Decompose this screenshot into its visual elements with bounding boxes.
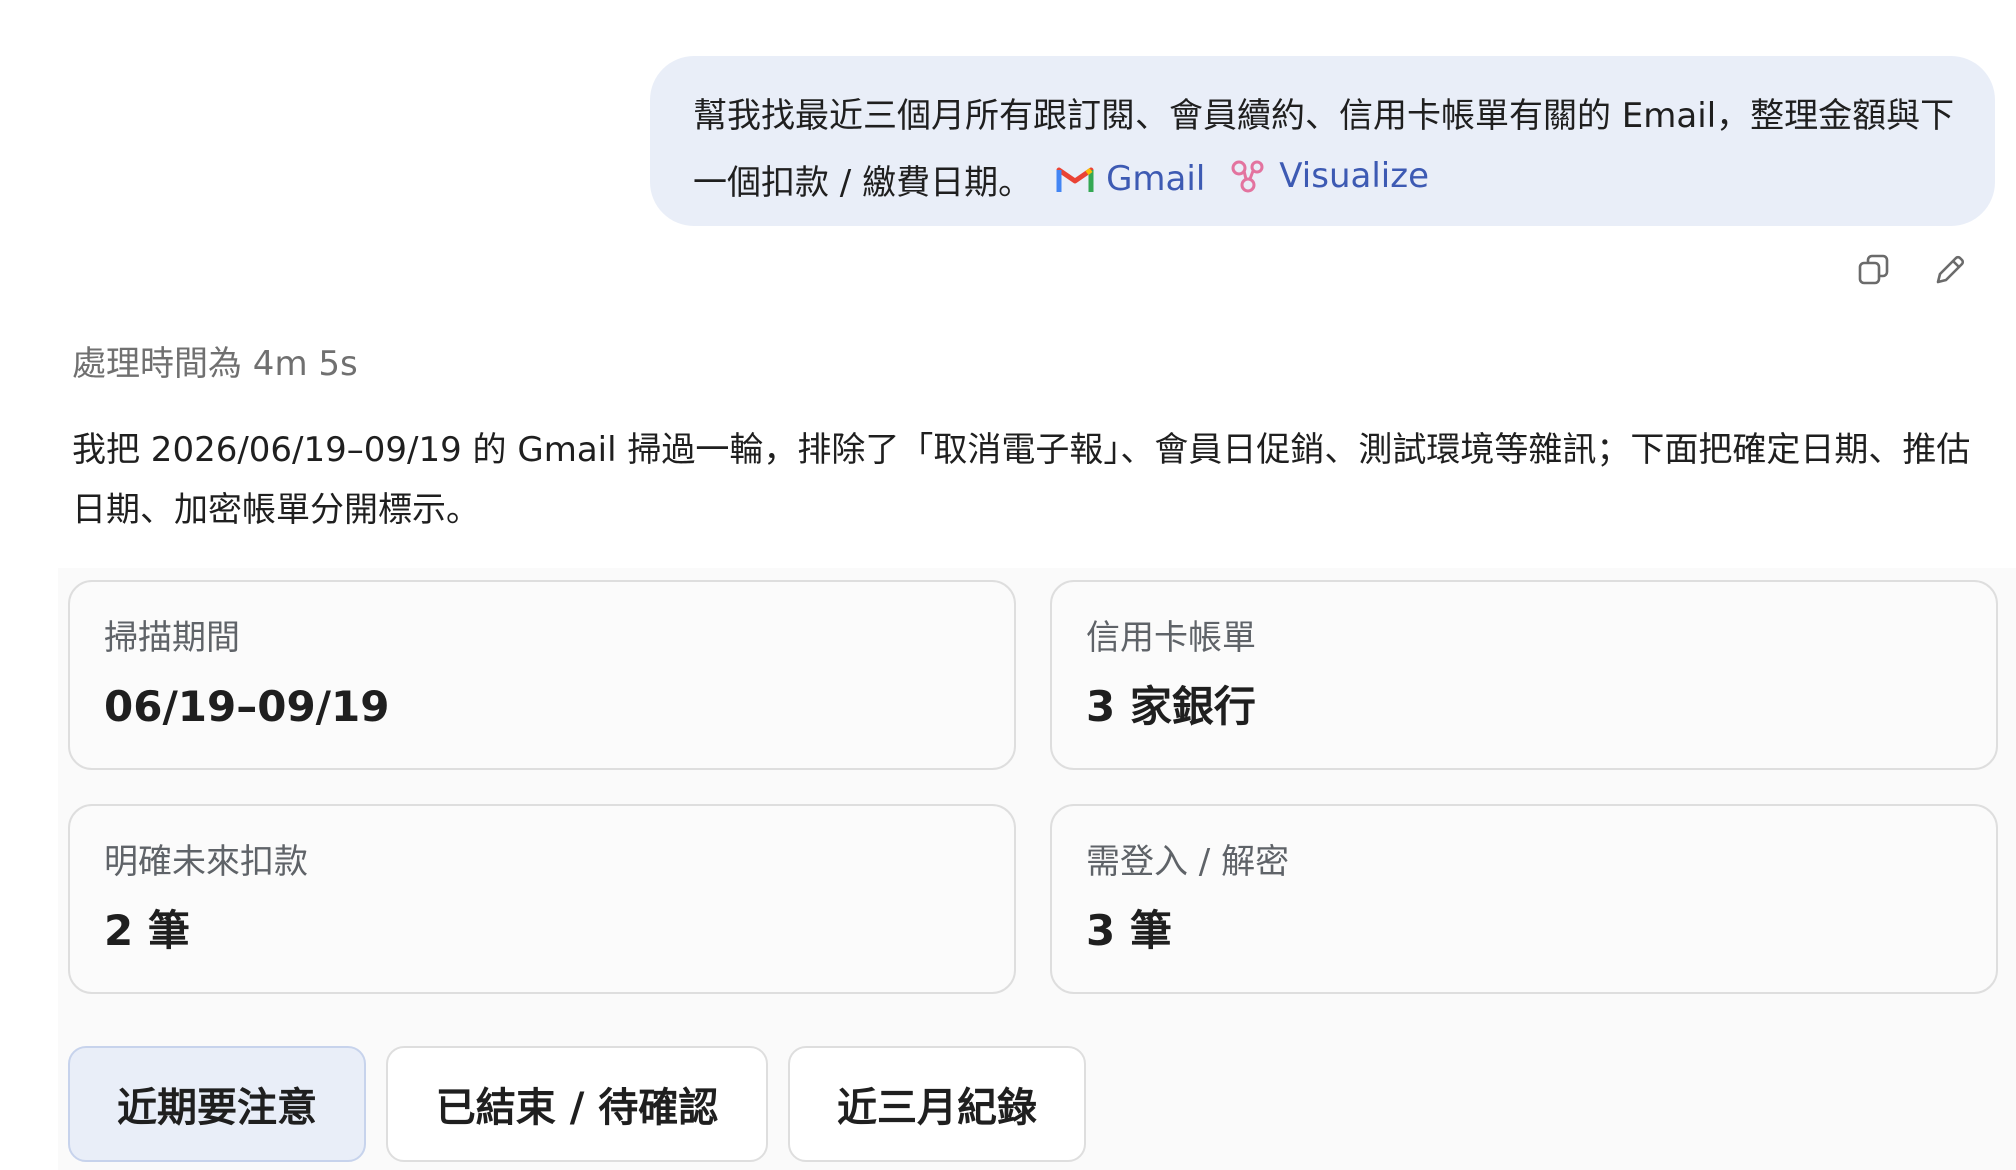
visualize-icon <box>1231 160 1264 193</box>
stat-value: 2 筆 <box>104 906 190 955</box>
tab-ended-pending[interactable]: 已結束 / 待確認 <box>386 1046 768 1162</box>
stat-card-scan-period: 掃描期間 06/19–09/19 <box>68 580 1016 770</box>
visualize-chip-label: Visualize <box>1279 156 1429 196</box>
stat-value: 06/19–09/19 <box>104 682 390 731</box>
stat-card-login-decrypt: 需登入 / 解密 3 筆 <box>1050 804 1998 994</box>
edit-button[interactable] <box>1932 252 1968 288</box>
copy-button[interactable] <box>1856 252 1892 288</box>
visualize-tool-chip[interactable]: Visualize <box>1229 146 1429 206</box>
copy-icon <box>1858 254 1889 285</box>
gmail-chip-label: Gmail <box>1106 159 1206 199</box>
stat-label: 需登入 / 解密 <box>1086 842 1290 882</box>
stat-value: 3 筆 <box>1086 906 1172 955</box>
gmail-icon <box>1056 167 1094 192</box>
edit-icon <box>1936 255 1965 284</box>
thinking-duration[interactable]: 處理時間為 4m 5s <box>72 336 358 385</box>
chat-page: 幫我找最近三個月所有跟訂閱、會員續約、信用卡帳單有關的 Email，整理金額與下… <box>0 0 2016 1170</box>
assistant-intro: 我把 2026/06/19–09/19 的 Gmail 掃過一輪，排除了「取消電… <box>72 430 1971 530</box>
stat-value: 3 家銀行 <box>1086 682 1256 731</box>
stat-label: 明確未來扣款 <box>104 842 308 882</box>
gmail-tool-chip[interactable]: Gmail <box>1056 149 1205 209</box>
user-message-bubble: 幫我找最近三個月所有跟訂閱、會員續約、信用卡帳單有關的 Email，整理金額與下… <box>650 56 1995 226</box>
stat-label: 信用卡帳單 <box>1086 618 1256 658</box>
stat-card-credit-card-bills: 信用卡帳單 3 家銀行 <box>1050 580 1998 770</box>
stat-card-upcoming-charges: 明確未來扣款 2 筆 <box>68 804 1016 994</box>
stat-label: 掃描期間 <box>104 618 240 658</box>
tab-three-month-records[interactable]: 近三月紀錄 <box>788 1046 1086 1162</box>
tab-upcoming-attention[interactable]: 近期要注意 <box>68 1046 366 1162</box>
message-actions <box>1856 252 1968 288</box>
